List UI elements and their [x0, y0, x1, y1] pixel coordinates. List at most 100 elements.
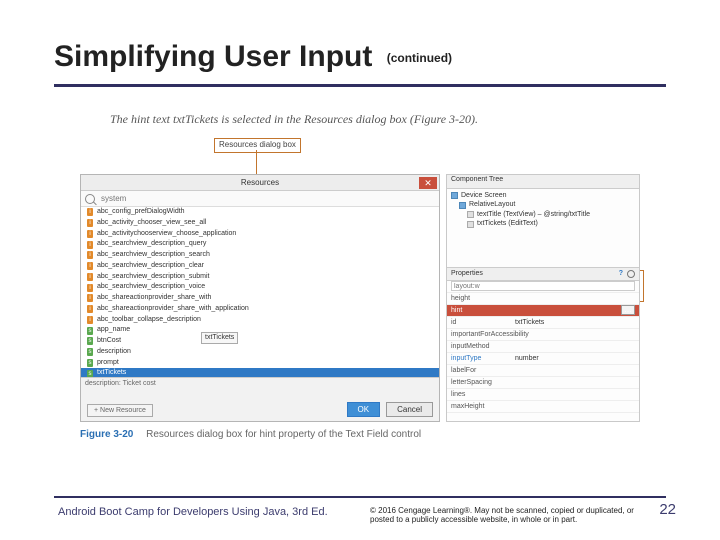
resource-item[interactable]: sprompt — [81, 358, 439, 369]
type-tag-icon: i — [87, 273, 93, 281]
prop-row: inputTypenumber — [447, 353, 639, 365]
component-tree-title: Component Tree — [447, 175, 639, 189]
properties-search-input[interactable] — [451, 281, 635, 291]
dialog-button-row: OK Cancel — [347, 402, 433, 417]
type-tag-icon: s — [87, 359, 93, 367]
resource-item[interactable]: i abc_shareactionprovider_share_with — [81, 293, 439, 304]
resource-name: abc_searchview_description_clear — [97, 262, 204, 271]
prop-row: importantForAccessibility — [447, 329, 639, 341]
properties-label: Properties — [451, 270, 483, 277]
resource-name: abc_searchview_description_voice — [97, 283, 205, 292]
resource-item[interactable]: i abc_searchview_description_voice — [81, 282, 439, 293]
search-icon — [85, 194, 95, 204]
resource-name: abc_config_prefDialogWidth — [97, 208, 185, 217]
resource-name: abc_searchview_description_submit — [97, 273, 209, 282]
footer-rule — [54, 496, 666, 498]
resource-value-box: txtTickets — [201, 332, 238, 344]
footer-book-title: Android Boot Camp for Developers Using J… — [58, 506, 328, 518]
callout-line — [256, 150, 257, 174]
edittext-icon — [467, 221, 474, 228]
type-tag-icon: s — [87, 370, 93, 377]
ok-button[interactable]: OK — [347, 402, 381, 417]
new-resource-button[interactable]: + New Resource — [87, 404, 153, 417]
resource-item[interactable]: sdescription — [81, 347, 439, 358]
properties-header: Properties ? — [447, 267, 639, 281]
resource-name: abc_shareactionprovider_share_with — [97, 294, 211, 303]
dialog-search-input[interactable] — [99, 193, 435, 204]
prop-row: inputMethod — [447, 341, 639, 353]
type-tag-icon: s — [87, 327, 93, 335]
type-tag-icon: i — [87, 230, 93, 238]
resource-name: abc_activitychooserview_choose_applicati… — [97, 230, 236, 239]
dialog-title: Resources — [241, 178, 279, 187]
dialog-info-line: description: Ticket cost — [85, 380, 435, 387]
dialog-bottom: description: Ticket cost + New Resource … — [81, 377, 439, 421]
slide-title: Simplifying User Input (continued) — [54, 40, 452, 74]
type-tag-icon: i — [87, 241, 93, 249]
resource-name: abc_activity_chooser_view_see_all — [97, 219, 206, 228]
cancel-button[interactable]: Cancel — [386, 402, 433, 417]
resource-name: abc_searchview_description_query — [97, 240, 206, 249]
ellipsis-button[interactable]: … — [621, 305, 635, 315]
resource-item[interactable]: sbtnCost — [81, 336, 439, 347]
dialog-search-row — [81, 191, 439, 207]
resource-name: abc_searchview_description_search — [97, 251, 210, 260]
callout-dialog-box: Resources dialog box — [214, 138, 301, 153]
resource-item[interactable]: i abc_activitychooserview_choose_applicat… — [81, 229, 439, 240]
figure-label: Figure 3-20 — [80, 429, 133, 440]
resource-name: app_name — [97, 326, 130, 335]
resource-item[interactable]: i abc_activity_chooser_view_see_all — [81, 218, 439, 229]
figure-screenshot: Resources dialog box txtTickets OK butto… — [80, 158, 640, 438]
resource-item[interactable]: i abc_searchview_description_query — [81, 239, 439, 250]
tree-row: Device Screen — [451, 191, 635, 200]
type-tag-icon: i — [87, 262, 93, 270]
resources-dialog: Resources ✕ iabc_config_prefDialogWidthi… — [80, 174, 440, 422]
type-tag-icon: i — [87, 284, 93, 292]
type-tag-icon: i — [87, 208, 93, 216]
prop-row: maxHeight — [447, 401, 639, 413]
tree-row: txtTickets (EditText) — [451, 219, 635, 228]
prop-row: idtxtTickets — [447, 317, 639, 329]
type-tag-icon: i — [87, 219, 93, 227]
slide-title-text: Simplifying User Input — [54, 40, 372, 73]
resource-item[interactable]: s app_name — [81, 325, 439, 336]
prop-id-value: txtTickets — [515, 319, 544, 326]
slide-title-continued: (continued) — [387, 51, 452, 65]
layout-icon — [459, 202, 466, 209]
resource-item[interactable]: stxtTickets — [81, 368, 439, 377]
resource-name: btnCost — [97, 337, 121, 346]
title-rule — [54, 84, 666, 87]
tree-row: textTitle (TextView) – @string/txtTitle — [451, 210, 635, 219]
type-tag-icon: i — [87, 294, 93, 302]
prop-row-hint[interactable]: hint … — [447, 305, 639, 317]
resource-name: description — [97, 348, 131, 357]
type-tag-icon: i — [87, 251, 93, 259]
resource-name: prompt — [97, 359, 119, 368]
resource-item[interactable]: i abc_searchview_description_search — [81, 250, 439, 261]
dialog-titlebar: Resources ✕ — [81, 175, 439, 191]
properties-panel: Component Tree Device Screen RelativeLay… — [446, 174, 640, 422]
figure-caption: Figure 3-20 Resources dialog box for hin… — [80, 429, 421, 440]
device-icon — [451, 192, 458, 199]
prop-row: height — [447, 293, 639, 305]
gear-icon[interactable] — [627, 270, 635, 278]
help-icon[interactable]: ? — [619, 270, 623, 277]
figure-caption-text: Resources dialog box for hint property o… — [146, 429, 421, 440]
prop-row: lines — [447, 389, 639, 401]
resource-name: abc_toolbar_collapse_description — [97, 316, 201, 325]
component-tree[interactable]: Device Screen RelativeLayout textTitle (… — [447, 189, 639, 231]
prop-key-hint: hint — [451, 307, 511, 314]
close-button[interactable]: ✕ — [419, 177, 437, 189]
prop-inputtype-value: number — [515, 355, 539, 362]
resource-item[interactable]: i abc_searchview_description_submit — [81, 272, 439, 283]
resource-name: abc_shareactionprovider_share_with_appli… — [97, 305, 249, 314]
resource-item[interactable]: i abc_searchview_description_clear — [81, 261, 439, 272]
prop-row: labelFor — [447, 365, 639, 377]
page-number: 22 — [659, 501, 676, 518]
resource-item[interactable]: iabc_toolbar_collapse_description — [81, 315, 439, 326]
type-tag-icon: i — [87, 305, 93, 313]
resource-item[interactable]: i abc_shareactionprovider_share_with_appl… — [81, 304, 439, 315]
prop-row: letterSpacing — [447, 377, 639, 389]
resource-item[interactable]: i abc_config_prefDialogWidth — [81, 207, 439, 218]
resource-list[interactable]: iabc_config_prefDialogWidthiabc_activity… — [81, 207, 439, 377]
